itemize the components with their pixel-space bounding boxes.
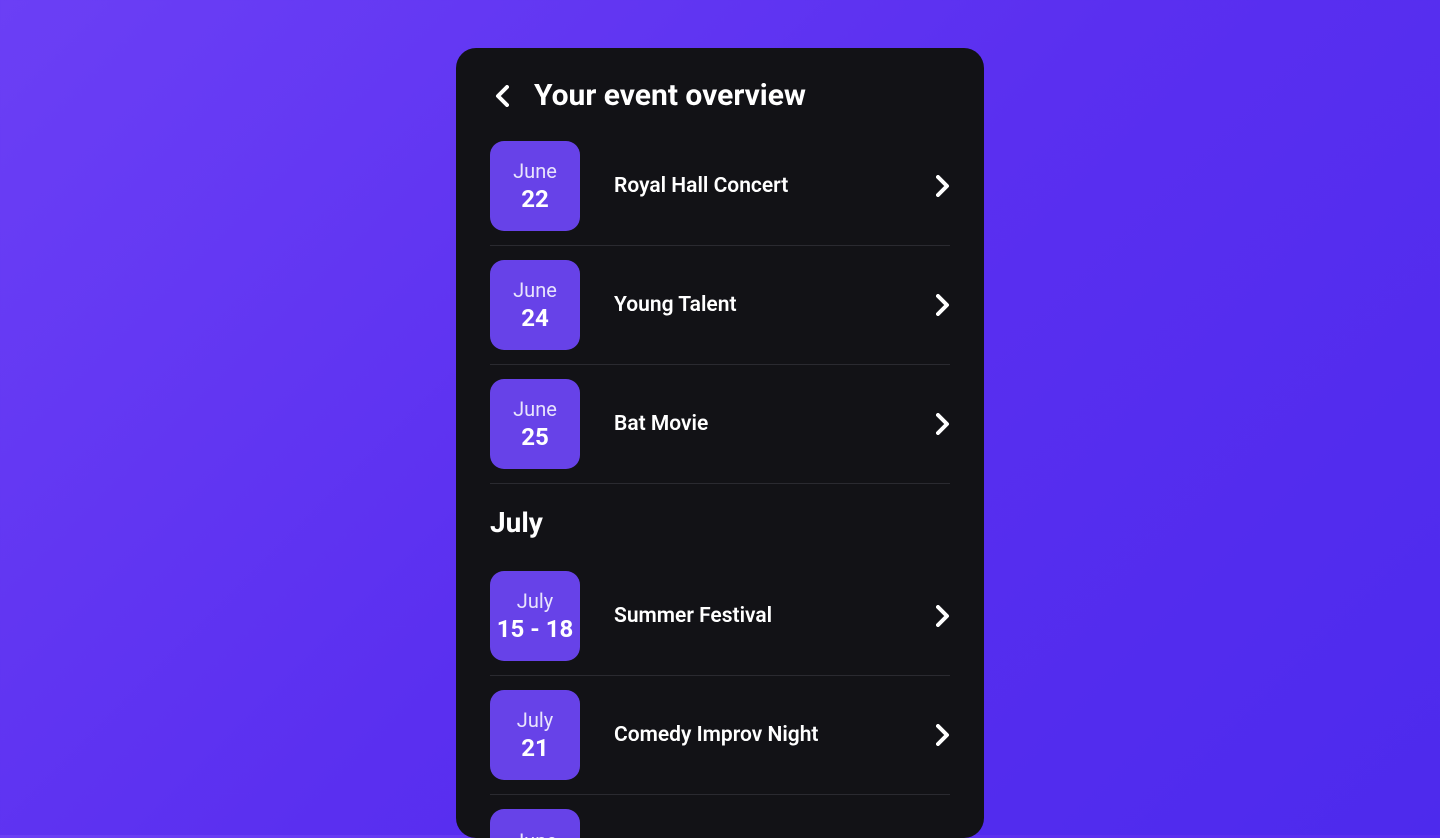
event-title: Young Talent bbox=[614, 293, 902, 317]
date-badge: June 25 bbox=[490, 379, 580, 469]
date-month: June bbox=[513, 829, 557, 838]
date-month: July bbox=[517, 708, 553, 732]
date-day: 25 bbox=[521, 423, 549, 451]
event-detail-button[interactable] bbox=[936, 413, 950, 435]
event-title: Comedy Improv Night bbox=[614, 723, 902, 747]
back-button[interactable] bbox=[490, 84, 514, 108]
event-item-partial[interactable]: June bbox=[490, 795, 950, 838]
date-day: 15 - 18 bbox=[497, 615, 573, 643]
event-detail-button[interactable] bbox=[936, 175, 950, 197]
chevron-right-icon bbox=[936, 724, 950, 746]
event-detail-button[interactable] bbox=[936, 724, 950, 746]
event-detail-button[interactable] bbox=[936, 605, 950, 627]
month-header: July bbox=[490, 484, 950, 557]
event-detail-button[interactable] bbox=[936, 294, 950, 316]
date-badge: July 21 bbox=[490, 690, 580, 780]
card-header: Your event overview bbox=[490, 78, 950, 113]
date-day: 21 bbox=[521, 734, 549, 762]
date-month: June bbox=[513, 159, 557, 183]
event-item[interactable]: June 22 Royal Hall Concert bbox=[490, 141, 950, 246]
event-title: Summer Festival bbox=[614, 604, 902, 628]
event-item[interactable]: June 25 Bat Movie bbox=[490, 365, 950, 484]
event-list: June 22 Royal Hall Concert June 24 Young… bbox=[490, 141, 950, 838]
chevron-right-icon bbox=[936, 413, 950, 435]
chevron-left-icon bbox=[495, 85, 509, 107]
date-month: June bbox=[513, 278, 557, 302]
date-badge: June bbox=[490, 809, 580, 838]
event-overview-card: Your event overview June 22 Royal Hall C… bbox=[456, 48, 984, 838]
date-badge: June 24 bbox=[490, 260, 580, 350]
date-badge: June 22 bbox=[490, 141, 580, 231]
date-month: July bbox=[517, 589, 553, 613]
event-item[interactable]: June 24 Young Talent bbox=[490, 246, 950, 365]
event-item[interactable]: July 21 Comedy Improv Night bbox=[490, 676, 950, 795]
event-title: Bat Movie bbox=[614, 412, 902, 436]
date-month: June bbox=[513, 397, 557, 421]
date-day: 22 bbox=[521, 185, 549, 213]
chevron-right-icon bbox=[936, 605, 950, 627]
chevron-right-icon bbox=[936, 175, 950, 197]
event-item[interactable]: July 15 - 18 Summer Festival bbox=[490, 557, 950, 676]
event-title: Royal Hall Concert bbox=[614, 174, 902, 198]
chevron-right-icon bbox=[936, 294, 950, 316]
date-day: 24 bbox=[521, 304, 549, 332]
page-title: Your event overview bbox=[534, 78, 806, 113]
date-badge: July 15 - 18 bbox=[490, 571, 580, 661]
